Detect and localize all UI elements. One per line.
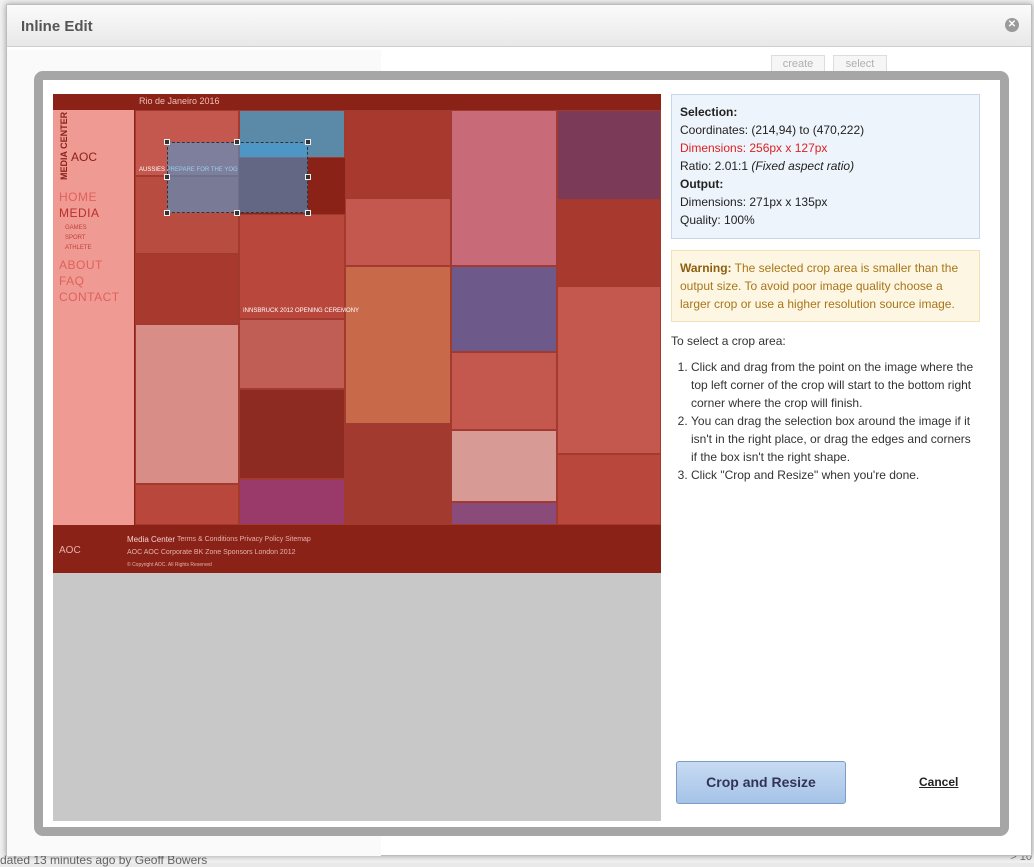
instruction-step: Click "Crop and Resize" when you're done… (691, 466, 980, 484)
image-subnav-sport: SPORT (65, 235, 86, 241)
inline-edit-modal: Inline Edit ✕ create select M C T In Rio… (6, 4, 1032, 856)
image-subnav-games: GAMES (65, 225, 87, 231)
photo-tile (557, 200, 661, 286)
warning-label: Warning: (680, 261, 732, 275)
photo-tile (557, 454, 661, 525)
selection-ratio-note: (Fixed aspect ratio) (751, 159, 855, 173)
media-center-text: MEDIA CENTER (59, 111, 69, 180)
image-footer-copyright: © Copyright AOC. All Rights Reserved (127, 562, 212, 568)
cancel-link[interactable]: Cancel (919, 775, 958, 789)
image-footer-links: Terms & Conditions Privacy Policy Sitema… (177, 536, 311, 543)
photo-tile (239, 479, 345, 525)
selection-heading: Selection: (680, 105, 738, 119)
photo-tile (239, 214, 345, 319)
photo-tile (345, 110, 451, 198)
image-caption: INNSBRUCK 2012 OPENING CEREMONY (243, 308, 360, 314)
selection-ratio: Ratio: 2.01:1 (Fixed aspect ratio) (680, 157, 971, 175)
image-subnav-athlete: ATHLETE (65, 245, 92, 251)
image-workspace[interactable]: Rio de Janeiro 2016 MEDIA CENTER AOC HOM… (53, 94, 661, 821)
photo-tile (135, 484, 239, 525)
image-topbar: Rio de Janeiro 2016 (53, 94, 661, 110)
output-heading: Output: (680, 177, 724, 191)
instruction-step: You can drag the selection box around th… (691, 412, 980, 466)
output-dimensions: Dimensions: 271px x 135px (680, 195, 828, 209)
modal-title: Inline Edit (21, 18, 93, 35)
crop-handle-top-right[interactable] (305, 139, 311, 145)
selection-ratio-value: Ratio: 2.01:1 (680, 159, 752, 173)
crop-panel: Rio de Janeiro 2016 MEDIA CENTER AOC HOM… (34, 71, 1009, 836)
image-sidebar: MEDIA CENTER AOC HOME MEDIA GAMES SPORT … (53, 110, 134, 525)
aoc-logo-text: AOC (71, 150, 98, 164)
modal-header: Inline Edit ✕ (7, 5, 1031, 47)
crop-handle-left[interactable] (164, 174, 170, 180)
instruction-step: Click and drag from the point on the ima… (691, 358, 980, 412)
image-nav-contact: CONTACT (59, 290, 120, 304)
crop-handle-bottom[interactable] (234, 210, 240, 216)
photo-tile (451, 352, 557, 430)
photo-tile (451, 502, 557, 525)
image-footer-title: Media Center (127, 535, 176, 544)
selection-coordinates: Coordinates: (214,94) to (470,222) (680, 123, 865, 137)
output-quality: Quality: 100% (680, 213, 755, 227)
photo-tile (451, 266, 557, 352)
crop-handle-top-left[interactable] (164, 139, 170, 145)
image-nav-media: MEDIA (59, 206, 100, 220)
photo-tile (345, 424, 451, 525)
crop-handle-right[interactable] (305, 174, 311, 180)
instructions: To select a crop area: Click and drag fr… (671, 332, 980, 484)
image-footer: AOC Media Center Terms & Conditions Priv… (53, 525, 661, 573)
warning-box: Warning: The selected crop area is small… (671, 250, 980, 322)
crop-handle-bottom-left[interactable] (164, 210, 170, 216)
image-footer-aoc: AOC AOC Corporate BK Zone Sponsors Londo… (127, 549, 296, 556)
photo-tile (135, 324, 239, 484)
photo-tile (345, 198, 451, 266)
image-topbar-text: Rio de Janeiro 2016 (139, 96, 220, 106)
photo-tile (451, 430, 557, 502)
photo-tile (345, 266, 451, 424)
photo-tile (451, 110, 557, 266)
image-nav-about: ABOUT (59, 258, 103, 272)
image-nav-home: HOME (59, 190, 97, 204)
photo-tile (557, 286, 661, 454)
photo-tile (135, 254, 239, 324)
crop-handle-top[interactable] (234, 139, 240, 145)
photo-tile (557, 110, 661, 200)
image-nav-faq: FAQ (59, 274, 85, 288)
instructions-intro: To select a crop area: (671, 334, 786, 348)
close-icon[interactable]: ✕ (1005, 18, 1019, 32)
selection-dimensions: Dimensions: 256px x 127px (680, 141, 828, 155)
photo-tile (239, 319, 345, 389)
photo-tile (239, 389, 345, 479)
crop-handle-bottom-right[interactable] (305, 210, 311, 216)
selection-info-box: Selection: Coordinates: (214,94) to (470… (671, 94, 980, 239)
crop-and-resize-button[interactable]: Crop and Resize (676, 761, 846, 804)
source-image[interactable]: Rio de Janeiro 2016 MEDIA CENTER AOC HOM… (53, 94, 661, 573)
instructions-list: Click and drag from the point on the ima… (671, 358, 980, 484)
crop-selection-box[interactable] (164, 139, 311, 216)
image-footer-logo: AOC (59, 545, 81, 556)
